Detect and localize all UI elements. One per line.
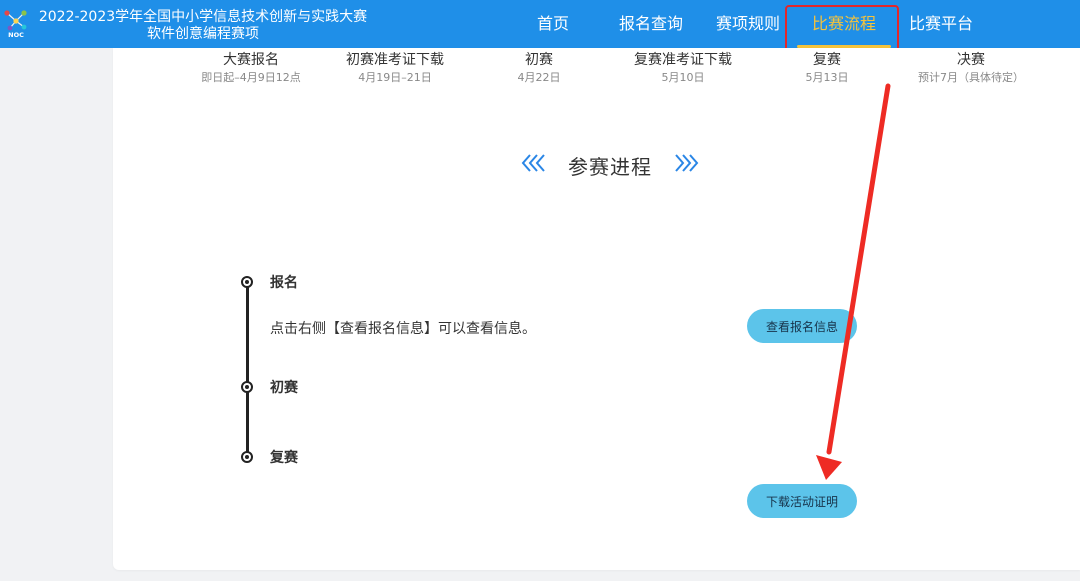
- timeline-node-icon: [241, 276, 253, 288]
- timeline-step-label: 报名: [270, 275, 298, 291]
- timeline-step-label: 初赛: [270, 380, 298, 396]
- noc-logo-icon[interactable]: NOC: [2, 7, 30, 39]
- nav-home[interactable]: 首页: [537, 12, 569, 36]
- section-heading: 参赛进程: [500, 150, 720, 180]
- stage-name: 复赛准考证下载: [634, 52, 732, 68]
- double-chevron-right-icon: [672, 151, 700, 179]
- stage-name: 复赛: [813, 52, 841, 68]
- nav-registration-query[interactable]: 报名查询: [619, 12, 683, 36]
- double-chevron-left-icon: [520, 151, 548, 179]
- site-title: 2022-2023学年全国中小学信息技术创新与实践大赛 软件创意编程赛项: [38, 9, 368, 43]
- nav-event-rules[interactable]: 赛项规则: [716, 12, 780, 36]
- stage-date: 4月19日–21日: [358, 71, 432, 84]
- stage-name: 大赛报名: [223, 52, 279, 68]
- stage-date: 5月13日: [805, 71, 849, 84]
- stage-date: 5月10日: [661, 71, 705, 84]
- stage-item: 决赛 预计7月（具体待定）: [906, 50, 1036, 86]
- site-title-line1: 2022-2023学年全国中小学信息技术创新与实践大赛: [38, 9, 368, 25]
- download-certificate-button[interactable]: 下载活动证明: [747, 484, 857, 518]
- nav-competition-process[interactable]: 比赛流程: [812, 12, 876, 36]
- top-navigation-bar: NOC 2022-2023学年全国中小学信息技术创新与实践大赛 软件创意编程赛项…: [0, 0, 1080, 48]
- stage-name: 决赛: [957, 52, 985, 68]
- timeline-step-description: 点击右侧【查看报名信息】可以查看信息。: [270, 321, 536, 337]
- site-title-line2: 软件创意编程赛项: [147, 26, 259, 42]
- stage-item: 复赛准考证下载 5月10日: [618, 50, 748, 86]
- section-title: 参赛进程: [568, 154, 652, 179]
- stage-item: 复赛 5月13日: [762, 50, 892, 86]
- stage-date: 4月22日: [517, 71, 561, 84]
- stage-item: 初赛 4月22日: [474, 50, 604, 86]
- stage-name: 初赛: [525, 52, 553, 68]
- stage-item: 初赛准考证下载 4月19日–21日: [330, 50, 460, 86]
- timeline-step-label: 复赛: [270, 450, 298, 466]
- nav-competition-platform[interactable]: 比赛平台: [909, 12, 973, 36]
- stage-date: 即日起–4月9日12点: [201, 71, 301, 84]
- timeline-node-icon: [241, 451, 253, 463]
- content-card: [113, 48, 1080, 570]
- stage-date: 预计7月（具体待定）: [918, 71, 1024, 84]
- view-registration-button[interactable]: 查看报名信息: [747, 309, 857, 343]
- logo-text: NOC: [8, 31, 24, 39]
- timeline-node-icon: [241, 381, 253, 393]
- timeline-line: [246, 282, 249, 458]
- stage-item: 大赛报名 即日起–4月9日12点: [186, 50, 316, 86]
- stage-name: 初赛准考证下载: [346, 52, 444, 68]
